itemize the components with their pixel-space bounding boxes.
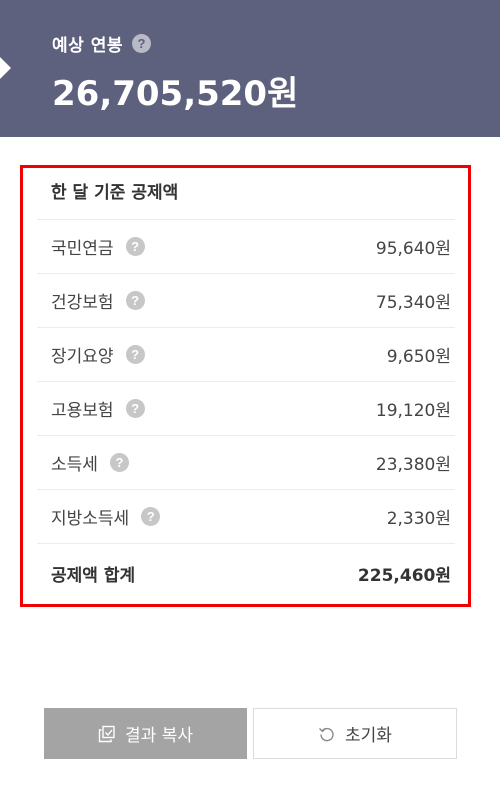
deductions-title: 한 달 기준 공제액 xyxy=(37,168,455,220)
salary-label: 예상 연봉 xyxy=(52,36,123,56)
deductions-panel: 한 달 기준 공제액 국민연금 ? 95,640원 건강보험 ? 75,340원… xyxy=(20,165,471,607)
deduction-label: 국민연금 xyxy=(51,239,114,259)
salary-label-row: 예상 연봉 ? xyxy=(52,31,151,56)
total-value: 225,460원 xyxy=(357,565,451,586)
salary-help-icon[interactable]: ? xyxy=(131,34,151,53)
national-pension-help-icon[interactable]: ? xyxy=(125,237,145,256)
deduction-label: 지방소득세 xyxy=(51,509,130,529)
copy-result-button[interactable]: 결과 복사 xyxy=(44,708,247,759)
salary-amount: 26,705,520원 xyxy=(52,74,299,114)
reset-button-label: 초기화 xyxy=(345,726,392,746)
employment-insurance-help-icon[interactable]: ? xyxy=(125,399,145,418)
deduction-value: 2,330원 xyxy=(386,509,451,529)
deduction-row-income-tax: 소득세 ? 23,380원 xyxy=(37,436,455,490)
total-label: 공제액 합계 xyxy=(51,565,136,586)
deduction-row-local-income-tax: 지방소득세 ? 2,330원 xyxy=(37,490,455,544)
deduction-row-national-pension: 국민연금 ? 95,640원 xyxy=(37,220,455,274)
deduction-label: 건강보험 xyxy=(51,293,114,313)
deduction-row-health-insurance: 건강보험 ? 75,340원 xyxy=(37,274,455,328)
income-tax-help-icon[interactable]: ? xyxy=(109,453,129,472)
deduction-row-employment-insurance: 고용보험 ? 19,120원 xyxy=(37,382,455,436)
deduction-value: 95,640원 xyxy=(375,239,451,259)
deduction-value: 23,380원 xyxy=(375,455,451,475)
deduction-label: 고용보험 xyxy=(51,401,114,421)
health-insurance-help-icon[interactable]: ? xyxy=(125,291,145,310)
local-income-tax-help-icon[interactable]: ? xyxy=(141,507,161,526)
deduction-value: 9,650원 xyxy=(386,347,451,367)
long-term-care-help-icon[interactable]: ? xyxy=(125,345,145,364)
deduction-label: 장기요양 xyxy=(51,347,114,367)
copy-button-label: 결과 복사 xyxy=(125,726,193,746)
deduction-label: 소득세 xyxy=(51,455,98,475)
deduction-value: 75,340원 xyxy=(375,293,451,313)
deduction-total-row: 공제액 합계 225,460원 xyxy=(37,544,455,602)
salary-header: 예상 연봉 ? 26,705,520원 xyxy=(0,0,500,137)
refresh-icon xyxy=(318,725,336,743)
copy-icon xyxy=(98,725,116,743)
deduction-row-long-term-care: 장기요양 ? 9,650원 xyxy=(37,328,455,382)
header-pointer-arrow xyxy=(0,57,11,79)
deduction-value: 19,120원 xyxy=(375,401,451,421)
reset-button[interactable]: 초기화 xyxy=(253,708,457,759)
